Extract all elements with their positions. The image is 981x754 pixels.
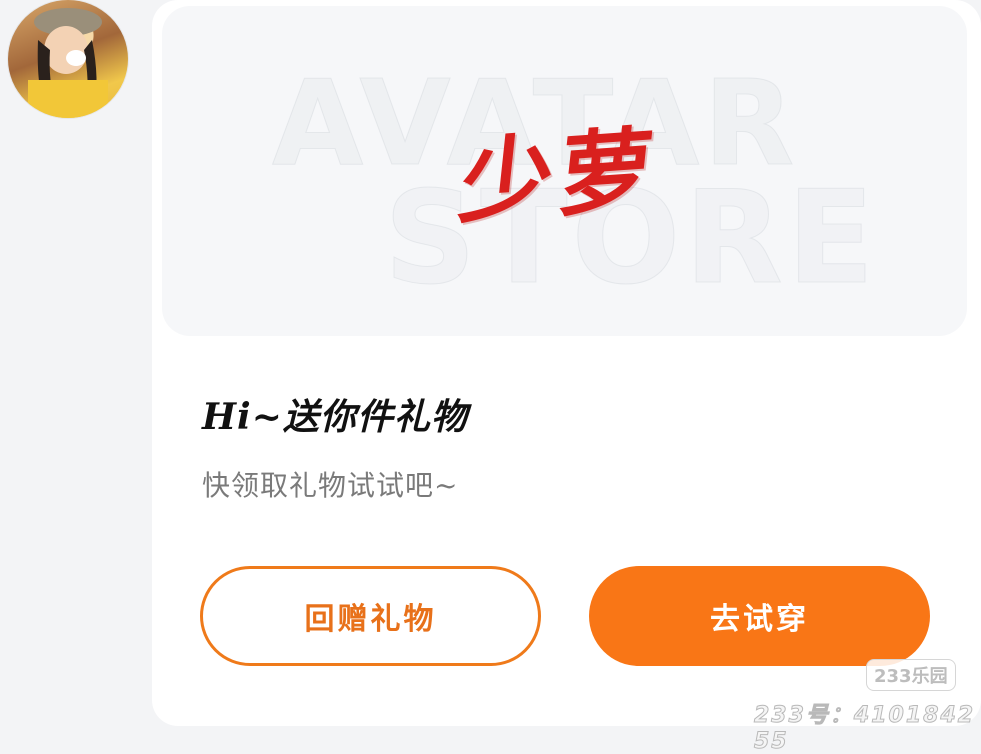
avatar-photo: [28, 8, 108, 118]
sender-avatar[interactable]: [8, 0, 128, 118]
gift-item-calligraphy: 少萝: [454, 115, 664, 237]
return-gift-button[interactable]: 回赠礼物: [200, 566, 541, 666]
try-on-button[interactable]: 去试穿: [589, 566, 930, 666]
gift-title: Hi~送你件礼物: [202, 396, 468, 438]
brand-watermark: 233乐园: [866, 659, 956, 691]
gift-subtitle: 快领取礼物试试吧~: [202, 469, 459, 502]
gift-card: AVATAR STORE 少萝 Hi~送你件礼物 快领取礼物试试吧~ 回赠礼物 …: [152, 0, 981, 726]
id-watermark: 233号：4101842​55: [754, 703, 976, 754]
gift-banner: AVATAR STORE 少萝: [162, 6, 967, 336]
